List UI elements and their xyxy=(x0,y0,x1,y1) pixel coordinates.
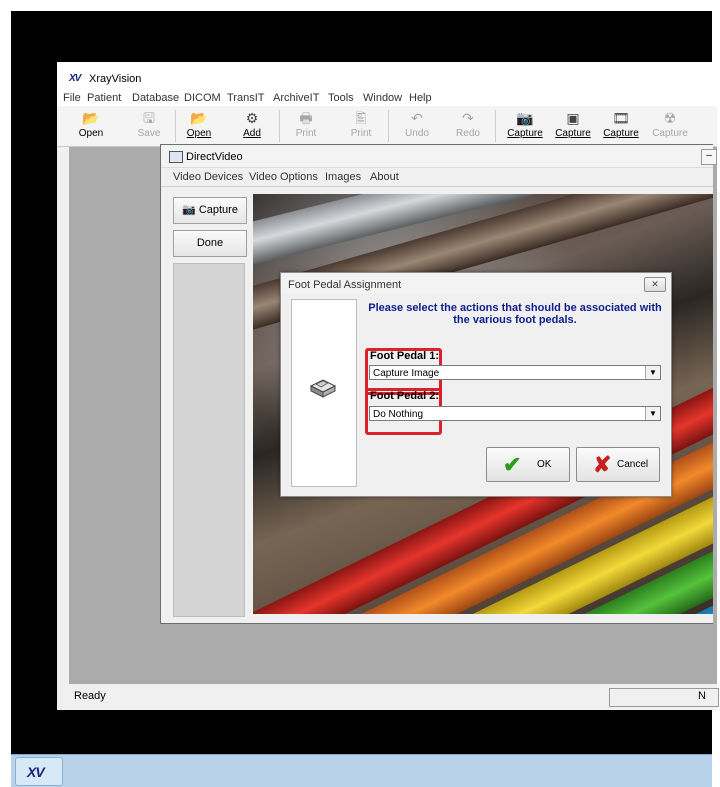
foot-pedal-icon xyxy=(309,379,337,398)
folder-open-patient-icon: 📂 xyxy=(190,110,208,126)
menu-about[interactable]: About xyxy=(370,171,399,183)
undo-button[interactable]: ↶ Undo xyxy=(395,108,439,144)
xrayvision-logo-icon: XV xyxy=(69,73,81,84)
capture-label: Capture xyxy=(555,128,591,139)
menu-database[interactable]: Database xyxy=(132,92,179,104)
capture-label: Capture xyxy=(507,128,543,139)
camera-icon: 📷 xyxy=(516,110,534,126)
foot-pedal-dialog: Foot Pedal Assignment ✕ Please select th… xyxy=(280,272,672,497)
menu-window[interactable]: Window xyxy=(363,92,402,104)
camera-capture-icon: ▣ xyxy=(566,110,580,126)
window-title: XrayVision xyxy=(89,73,142,85)
toolbar-separator xyxy=(388,110,389,142)
print-preview-label: Print xyxy=(350,128,372,139)
status-text: Ready xyxy=(74,690,106,702)
redo-button[interactable]: ↷ Redo xyxy=(446,108,490,144)
close-icon[interactable]: ✕ xyxy=(644,277,666,292)
taskbar: XV xyxy=(11,754,712,787)
menu-file[interactable]: File xyxy=(63,92,81,104)
pedal2-select[interactable]: Do Nothing ▼ xyxy=(369,406,661,421)
dialog-prompt: Please select the actions that should be… xyxy=(368,302,662,326)
radiation-icon: ☢ xyxy=(663,110,677,126)
print-button[interactable]: 🖶 Print xyxy=(284,108,328,144)
folder-open-icon: 📂 xyxy=(82,110,100,126)
cancel-button[interactable]: ✘ Cancel xyxy=(576,447,660,482)
save-button[interactable]: 🖫 Save xyxy=(127,108,171,144)
capture-button-4[interactable]: ☢ Capture xyxy=(648,108,692,144)
redo-label: Redo xyxy=(456,128,480,139)
xrayvision-logo-icon: XV xyxy=(27,764,45,780)
toolbar-separator xyxy=(279,110,280,142)
pedal2-value: Do Nothing xyxy=(373,409,424,420)
print-preview-button[interactable]: 🖺 Print xyxy=(339,108,383,144)
capture-button[interactable]: 📷 Capture xyxy=(173,197,247,224)
video-window-icon xyxy=(169,151,183,163)
open-patient-button[interactable]: 📂 Open xyxy=(177,108,221,144)
pedal1-value: Capture Image xyxy=(373,368,440,379)
save-icon: 🖫 xyxy=(143,110,155,126)
menu-archiveit[interactable]: ArchiveIT xyxy=(273,92,319,104)
menu-video-devices[interactable]: Video Devices xyxy=(173,171,243,183)
capture-label: Capture xyxy=(603,128,639,139)
directvideo-menu-bar: Video Devices Video Options Images About xyxy=(161,168,713,187)
open-patient-label: Open xyxy=(186,128,212,139)
capture-label: Capture xyxy=(198,204,238,216)
directvideo-title: DirectVideo xyxy=(186,151,243,163)
menu-video-options[interactable]: Video Options xyxy=(249,171,318,183)
add-icon: ⚙ xyxy=(245,110,259,126)
menu-help[interactable]: Help xyxy=(409,92,432,104)
toolbar-separator xyxy=(175,110,176,142)
undo-label: Undo xyxy=(405,128,429,139)
capture-button-3[interactable]: 🎞 Capture xyxy=(599,108,643,144)
menu-tools[interactable]: Tools xyxy=(328,92,354,104)
title-bar: XV XrayVision xyxy=(57,62,717,88)
print-icon: 🖶 xyxy=(299,110,313,126)
open-button[interactable]: 📂 Open xyxy=(69,108,113,144)
cross-icon: ✘ xyxy=(593,452,612,477)
toolbar-separator xyxy=(495,110,496,142)
directvideo-title-bar: DirectVideo – xyxy=(161,145,717,168)
thumbnail-panel xyxy=(173,263,245,617)
menu-patient[interactable]: Patient xyxy=(87,92,121,104)
menu-dicom[interactable]: DICOM xyxy=(184,92,221,104)
capture-label: Capture xyxy=(652,128,688,139)
pedal1-label: Foot Pedal 1: xyxy=(370,350,440,362)
done-button[interactable]: Done xyxy=(173,230,247,257)
chevron-down-icon[interactable]: ▼ xyxy=(645,366,660,379)
print-label: Print xyxy=(295,128,317,139)
open-label: Open xyxy=(78,128,104,139)
status-bar: Ready N xyxy=(57,684,719,710)
cancel-label: Cancel xyxy=(617,459,649,470)
film-icon: 🎞 xyxy=(612,110,630,126)
capture-button-2[interactable]: ▣ Capture xyxy=(551,108,595,144)
menu-images[interactable]: Images xyxy=(325,171,361,183)
chevron-down-icon[interactable]: ▼ xyxy=(645,407,660,420)
undo-icon: ↶ xyxy=(411,110,423,126)
dialog-image-panel xyxy=(291,299,357,487)
dialog-title-bar: Foot Pedal Assignment ✕ xyxy=(281,273,671,293)
pedal2-label: Foot Pedal 2: xyxy=(370,390,440,402)
redo-icon: ↷ xyxy=(462,110,474,126)
ok-label: OK xyxy=(537,459,552,470)
camera-icon: 📷 xyxy=(182,204,199,216)
add-label: Add xyxy=(243,128,261,139)
menu-transit[interactable]: TransIT xyxy=(227,92,265,104)
add-button[interactable]: ⚙ Add xyxy=(230,108,274,144)
status-pane-text: N xyxy=(698,690,706,702)
ok-button[interactable]: ✔ OK xyxy=(486,447,570,482)
menu-bar: File Patient Database DICOM TransIT Arch… xyxy=(57,88,717,107)
minimize-icon[interactable]: – xyxy=(701,149,717,165)
save-label: Save xyxy=(137,128,161,139)
checkmark-icon: ✔ xyxy=(503,452,522,477)
dialog-title: Foot Pedal Assignment xyxy=(288,279,402,291)
taskbar-xrayvision-button[interactable]: XV xyxy=(15,757,63,786)
pedal1-select[interactable]: Capture Image ▼ xyxy=(369,365,661,380)
toolbar: 📂 Open 🖫 Save 📂 Open ⚙ Add 🖶 Print 🖺 Pri… xyxy=(57,106,717,147)
print-preview-icon: 🖺 xyxy=(355,110,367,126)
capture-button-1[interactable]: 📷 Capture xyxy=(503,108,547,144)
